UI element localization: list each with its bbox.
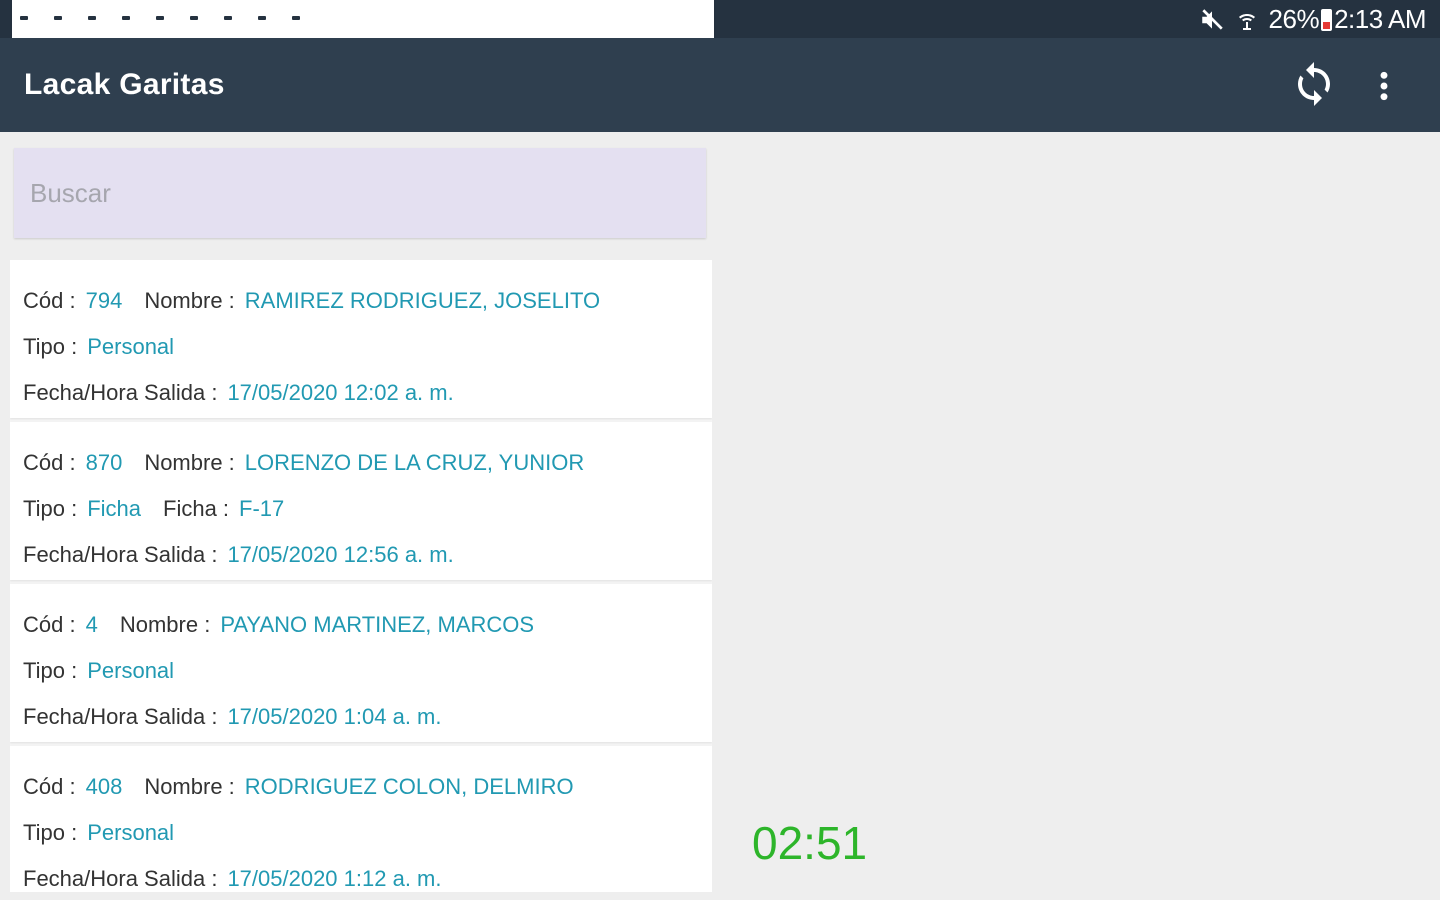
tipo-value: Personal	[87, 820, 175, 845]
cod-value: 4	[85, 612, 98, 637]
cod-value: 794	[85, 288, 123, 313]
fecha-value: 17/05/2020 12:56 a. m.	[227, 542, 454, 567]
notification-icon	[284, 10, 308, 26]
elapsed-timer: 02:51	[752, 817, 868, 869]
cod-label: Cód :	[23, 612, 76, 637]
fecha-label: Fecha/Hora Salida :	[23, 542, 218, 567]
mute-icon	[1201, 8, 1223, 30]
tipo-row: Tipo : Personal	[23, 820, 174, 846]
list-item[interactable]: Cód : 4 Nombre : PAYANO MARTINEZ, MARCOS Ti…	[10, 584, 712, 742]
status-bar: 26% 2:13 AM	[0, 0, 1440, 97]
ficha-label: Ficha :	[163, 496, 230, 521]
cod-nombre-row: Cód : 794 Nombre : RAMIREZ RODRIGUEZ, JOSEL…	[23, 288, 600, 314]
fecha-label: Fecha/Hora Salida :	[23, 704, 218, 729]
tipo-row: Tipo : Ficha Ficha : F-17	[23, 496, 284, 522]
nombre-label: Nombre :	[144, 774, 235, 799]
notification-icon	[80, 10, 104, 26]
tipo-row: Tipo : Personal	[23, 334, 174, 360]
cod-nombre-row: Cód : 870 Nombre : LORENZO DE LA CRUZ, YUNI…	[23, 450, 584, 476]
notification-icon	[148, 10, 172, 26]
status-indicators: 26% 2:13 AM	[1199, 4, 1426, 35]
ficha-value: F-17	[239, 496, 285, 521]
app-bar: Lacak Garitas	[0, 38, 1440, 132]
list-item[interactable]: Cód : 870 Nombre : LORENZO DE LA CRUZ, YUNI…	[10, 422, 712, 580]
fecha-value: 17/05/2020 12:02 a. m.	[227, 380, 454, 405]
fecha-row: Fecha/Hora Salida : 17/05/2020 1:12 a. m.	[23, 866, 442, 892]
notification-icon	[216, 10, 240, 26]
notification-icon	[182, 10, 206, 26]
sync-icon[interactable]	[1290, 60, 1338, 108]
search-box	[14, 148, 706, 238]
nombre-label: Nombre :	[144, 450, 235, 475]
tipo-value: Personal	[87, 658, 175, 683]
list-item[interactable]: Cód : 408 Nombre : RODRIGUEZ COLON, DELMIRO…	[10, 746, 712, 892]
records-list[interactable]: Cód : 794 Nombre : RAMIREZ RODRIGUEZ, JOSEL…	[10, 260, 712, 892]
tipo-label: Tipo :	[23, 334, 78, 359]
cod-value: 408	[85, 774, 123, 799]
nombre-value: RODRIGUEZ COLON, DELMIRO	[244, 774, 574, 799]
fecha-value: 17/05/2020 1:04 a. m.	[227, 704, 442, 729]
nombre-value: PAYANO MARTINEZ, MARCOS	[220, 612, 535, 637]
fecha-label: Fecha/Hora Salida :	[23, 866, 218, 891]
battery-icon	[1321, 8, 1333, 31]
clock: 2:13 AM	[1334, 4, 1426, 34]
fecha-row: Fecha/Hora Salida : 17/05/2020 12:02 a. m…	[23, 380, 454, 406]
nombre-label: Nombre :	[119, 612, 211, 637]
notification-icon	[250, 10, 274, 26]
fecha-row: Fecha/Hora Salida : 17/05/2020 1:04 a. m.	[23, 704, 442, 730]
tipo-label: Tipo :	[23, 820, 78, 845]
cod-label: Cód :	[23, 288, 76, 313]
list-item[interactable]: Cód : 794 Nombre : RAMIREZ RODRIGUEZ, JOSEL…	[10, 260, 712, 418]
fecha-row: Fecha/Hora Salida : 17/05/2020 12:56 a. m…	[23, 542, 454, 568]
tipo-label: Tipo :	[23, 658, 78, 683]
notification-icon	[114, 10, 138, 26]
more-vert-icon[interactable]	[1368, 64, 1400, 108]
notification-icons	[12, 0, 714, 97]
search-input[interactable]	[14, 148, 706, 238]
nombre-value: LORENZO DE LA CRUZ, YUNIOR	[244, 450, 585, 475]
tipo-label: Tipo :	[23, 496, 78, 521]
book-icon	[318, 10, 342, 26]
tipo-value: Ficha	[87, 496, 142, 521]
cod-nombre-row: Cód : 4 Nombre : PAYANO MARTINEZ, MARCOS	[23, 612, 534, 638]
nombre-value: RAMIREZ RODRIGUEZ, JOSELITO	[244, 288, 601, 313]
tipo-row: Tipo : Personal	[23, 658, 174, 684]
notification-icon	[12, 10, 36, 26]
notification-icon	[46, 10, 70, 26]
battery-percentage: 26%	[1268, 4, 1320, 34]
wifi-icon	[1238, 13, 1255, 30]
tipo-value: Personal	[87, 334, 175, 359]
fecha-label: Fecha/Hora Salida :	[23, 380, 218, 405]
cod-label: Cód :	[23, 450, 76, 475]
cod-nombre-row: Cód : 408 Nombre : RODRIGUEZ COLON, DELMIRO	[23, 774, 574, 800]
fecha-value: 17/05/2020 1:12 a. m.	[227, 866, 442, 891]
nombre-label: Nombre :	[144, 288, 235, 313]
app-title: Lacak Garitas	[24, 68, 225, 101]
cod-label: Cód :	[23, 774, 76, 799]
cod-value: 870	[85, 450, 123, 475]
